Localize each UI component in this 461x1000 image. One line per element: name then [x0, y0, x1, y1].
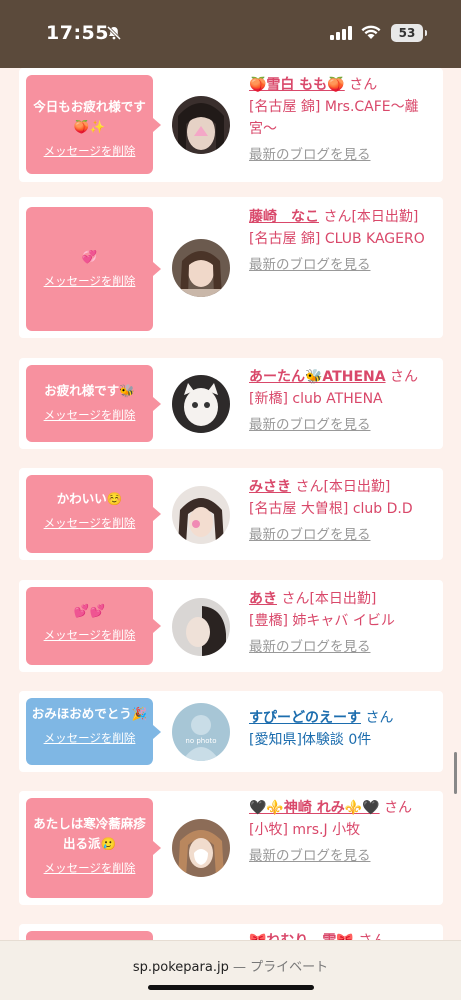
url-domain: sp.pokepara.jp [132, 960, 229, 975]
user-name-link[interactable]: 藤崎 なこ [249, 209, 319, 225]
avatar-placeholder[interactable]: no photo [172, 703, 230, 761]
avatar[interactable] [172, 375, 230, 433]
scroll-indicator[interactable] [454, 752, 457, 794]
delete-message-link[interactable]: メッセージを削除 [44, 627, 136, 643]
user-name-link[interactable]: あーたん🐝ATHENA [249, 369, 386, 385]
user-name-link[interactable]: すぴーどのえーす [249, 710, 361, 726]
message-card: 💕💕 メッセージを削除 あき さん[本日出勤] [豊橋] 姉キャバ イビル 最新… [19, 580, 443, 672]
user-name-link[interactable]: 🍑雪白 もも🍑 [249, 77, 345, 93]
delete-message-link[interactable]: メッセージを削除 [44, 143, 136, 159]
latest-blog-link[interactable]: 最新のブログを見る [249, 414, 439, 436]
latest-blog-link[interactable]: 最新のブログを見る [249, 254, 439, 276]
user-info: みさき さん[本日出勤] [名古屋 大曽根] club D.D 最新のブログを見… [249, 476, 439, 546]
delete-message-link[interactable]: メッセージを削除 [44, 273, 136, 289]
user-honorific: さん [384, 800, 413, 816]
delete-message-link[interactable]: メッセージを削除 [44, 407, 136, 423]
user-info: 藤崎 なこ さん[本日出勤] [名古屋 錦] CLUB KAGERO 最新のブロ… [249, 206, 439, 276]
message-card: 今日もお疲れ様です🍑✨ メッセージを削除 🍑雪白 もも🍑 さん [名古屋 錦] … [19, 68, 443, 182]
latest-blog-link[interactable]: 最新のブログを見る [249, 524, 439, 546]
status-bar: 17:55 53 [0, 0, 461, 68]
delete-message-link[interactable]: メッセージを削除 [44, 730, 136, 746]
url-separator: — [232, 960, 246, 975]
browser-url-bar[interactable]: sp.pokepara.jp — プライベート [0, 940, 461, 1000]
user-review-count: [愛知県]体験談 0件 [249, 732, 372, 748]
home-indicator[interactable] [148, 985, 314, 990]
message-bubble: おみほおめでとう🎉 メッセージを削除 [26, 698, 161, 765]
avatar[interactable] [172, 239, 230, 297]
message-text: 💕💕 [73, 603, 106, 618]
user-info: 🖤⚜️神崎 れみ⚜️🖤 さん [小牧] mrs.J 小牧 最新のブログを見る [249, 797, 439, 867]
message-bubble: 💕💕 メッセージを削除 [26, 587, 161, 665]
avatar[interactable] [172, 819, 230, 877]
user-info: 🍑雪白 もも🍑 さん [名古屋 錦] Mrs.CAFE〜離宮〜 最新のブログを見… [249, 74, 439, 166]
cellular-signal-icon [330, 26, 352, 40]
user-honorific: さん[本日出勤] [323, 209, 419, 225]
user-shop: [小牧] mrs.J 小牧 [249, 822, 361, 838]
bell-muted-icon [106, 25, 122, 41]
user-shop: [新橋] club ATHENA [249, 391, 383, 407]
avatar[interactable] [172, 96, 230, 154]
delete-message-link[interactable]: メッセージを削除 [44, 860, 136, 876]
delete-message-link[interactable]: メッセージを削除 [44, 515, 136, 531]
user-honorific: さん[本日出勤] [281, 591, 377, 607]
status-time: 17:55 [46, 22, 109, 44]
avatar[interactable] [172, 486, 230, 544]
user-shop: [名古屋 大曽根] club D.D [249, 501, 413, 517]
avatar[interactable] [172, 598, 230, 656]
user-name-link[interactable]: あき [249, 591, 277, 607]
message-card: かわいい☺️ メッセージを削除 みさき さん[本日出勤] [名古屋 大曽根] c… [19, 468, 443, 560]
latest-blog-link[interactable]: 最新のブログを見る [249, 845, 439, 867]
message-card: あたしは寒冷蕎麻疹出る派🥲 メッセージを削除 🖤⚜️神崎 れみ⚜️🖤 さん [小… [19, 791, 443, 905]
message-card: お疲れ様です🐝 メッセージを削除 あーたん🐝ATHENA さん [新橋] clu… [19, 358, 443, 449]
user-name-link[interactable]: みさき [249, 479, 291, 495]
user-honorific: さん [365, 710, 394, 726]
message-bubble: あたしは寒冷蕎麻疹出る派🥲 メッセージを削除 [26, 798, 161, 898]
message-text: あたしは寒冷蕎麻疹出る派🥲 [33, 816, 146, 851]
user-shop: [名古屋 錦] CLUB KAGERO [249, 231, 425, 247]
user-info: すぴーどのえーす さん [愛知県]体験談 0件 [249, 707, 439, 751]
message-bubble: 今日もお疲れ様です🍑✨ メッセージを削除 [26, 75, 161, 174]
battery-indicator: 53 [391, 24, 427, 42]
message-text: 今日もお疲れ様です🍑✨ [33, 99, 146, 134]
latest-blog-link[interactable]: 最新のブログを見る [249, 144, 439, 166]
message-card: おみほおめでとう🎉 メッセージを削除 no photo すぴーどのえーす さん … [19, 691, 443, 772]
url-display[interactable]: sp.pokepara.jp — プライベート [0, 956, 461, 975]
user-info: あき さん[本日出勤] [豊橋] 姉キャバ イビル 最新のブログを見る [249, 588, 439, 658]
message-bubble: 💞 メッセージを削除 [26, 207, 161, 331]
user-honorific: さん[本日出勤] [295, 479, 391, 495]
user-shop: [豊橋] 姉キャバ イビル [249, 613, 395, 629]
message-card: 💞 メッセージを削除 藤崎 なこ さん[本日出勤] [名古屋 錦] CLUB K… [19, 197, 443, 338]
message-bubble: かわいい☺️ メッセージを削除 [26, 475, 161, 553]
user-honorific: さん [349, 77, 378, 93]
message-text: かわいい☺️ [56, 491, 123, 506]
user-shop: [名古屋 錦] Mrs.CAFE〜離宮〜 [249, 99, 419, 137]
no-photo-label: no photo [185, 737, 217, 745]
user-honorific: さん [390, 369, 419, 385]
message-text: 💞 [81, 249, 98, 264]
latest-blog-link[interactable]: 最新のブログを見る [249, 636, 439, 658]
private-mode-label: プライベート [250, 960, 329, 975]
message-text: お疲れ様です🐝 [44, 383, 135, 398]
message-bubble: お疲れ様です🐝 メッセージを削除 [26, 365, 161, 442]
user-info: あーたん🐝ATHENA さん [新橋] club ATHENA 最新のブログを見… [249, 366, 439, 436]
wifi-icon [361, 25, 381, 39]
message-text: おみほおめでとう🎉 [31, 706, 148, 721]
user-name-link[interactable]: 🖤⚜️神崎 れみ⚜️🖤 [249, 800, 380, 816]
